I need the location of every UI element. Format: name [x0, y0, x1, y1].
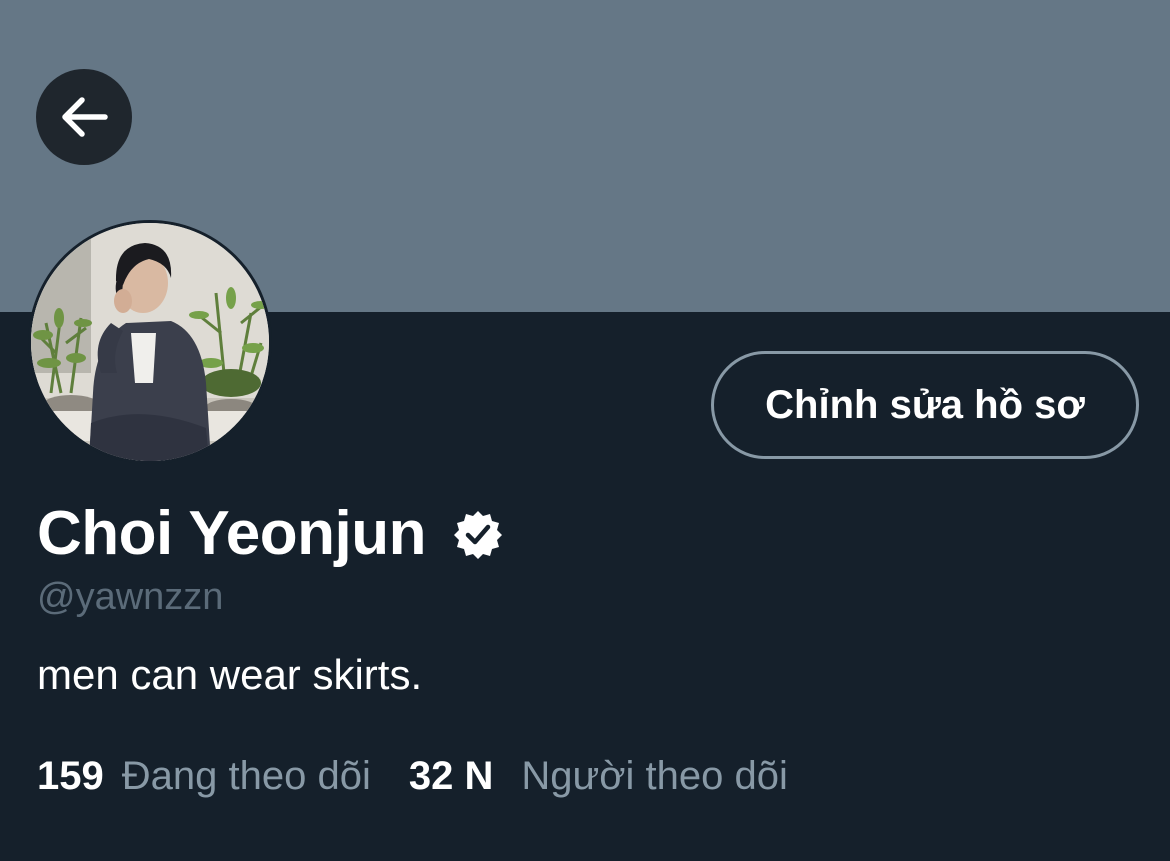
user-bio: men can wear skirts.: [37, 651, 423, 698]
following-label: Đang theo dõi: [121, 754, 371, 798]
arrow-left-icon: [62, 97, 108, 137]
follow-stats: 159 Đang theo dõi 32 N Người theo dõi: [37, 752, 788, 800]
display-name: Choi Yeonjun: [37, 499, 426, 568]
followers-stat[interactable]: 32 N Người theo dõi: [409, 752, 788, 800]
edit-profile-button[interactable]: Chỉnh sửa hồ sơ: [711, 351, 1139, 459]
following-stat[interactable]: 159 Đang theo dõi: [37, 752, 371, 800]
name-row: Choi Yeonjun: [37, 496, 504, 572]
profile-page: Chỉnh sửa hồ sơ Choi Yeonjun @yawnzzn me…: [0, 0, 1170, 861]
back-button[interactable]: [36, 69, 132, 165]
profile-photo: [31, 223, 269, 461]
followers-count: 32 N: [408, 754, 494, 798]
user-handle: @yawnzzn: [37, 576, 224, 618]
followers-label: Người theo dõi: [521, 754, 788, 798]
verified-badge-icon: [452, 508, 504, 560]
following-count: 159: [37, 754, 104, 798]
avatar[interactable]: [28, 220, 272, 464]
edit-profile-label: Chỉnh sửa hồ sơ: [765, 382, 1085, 427]
